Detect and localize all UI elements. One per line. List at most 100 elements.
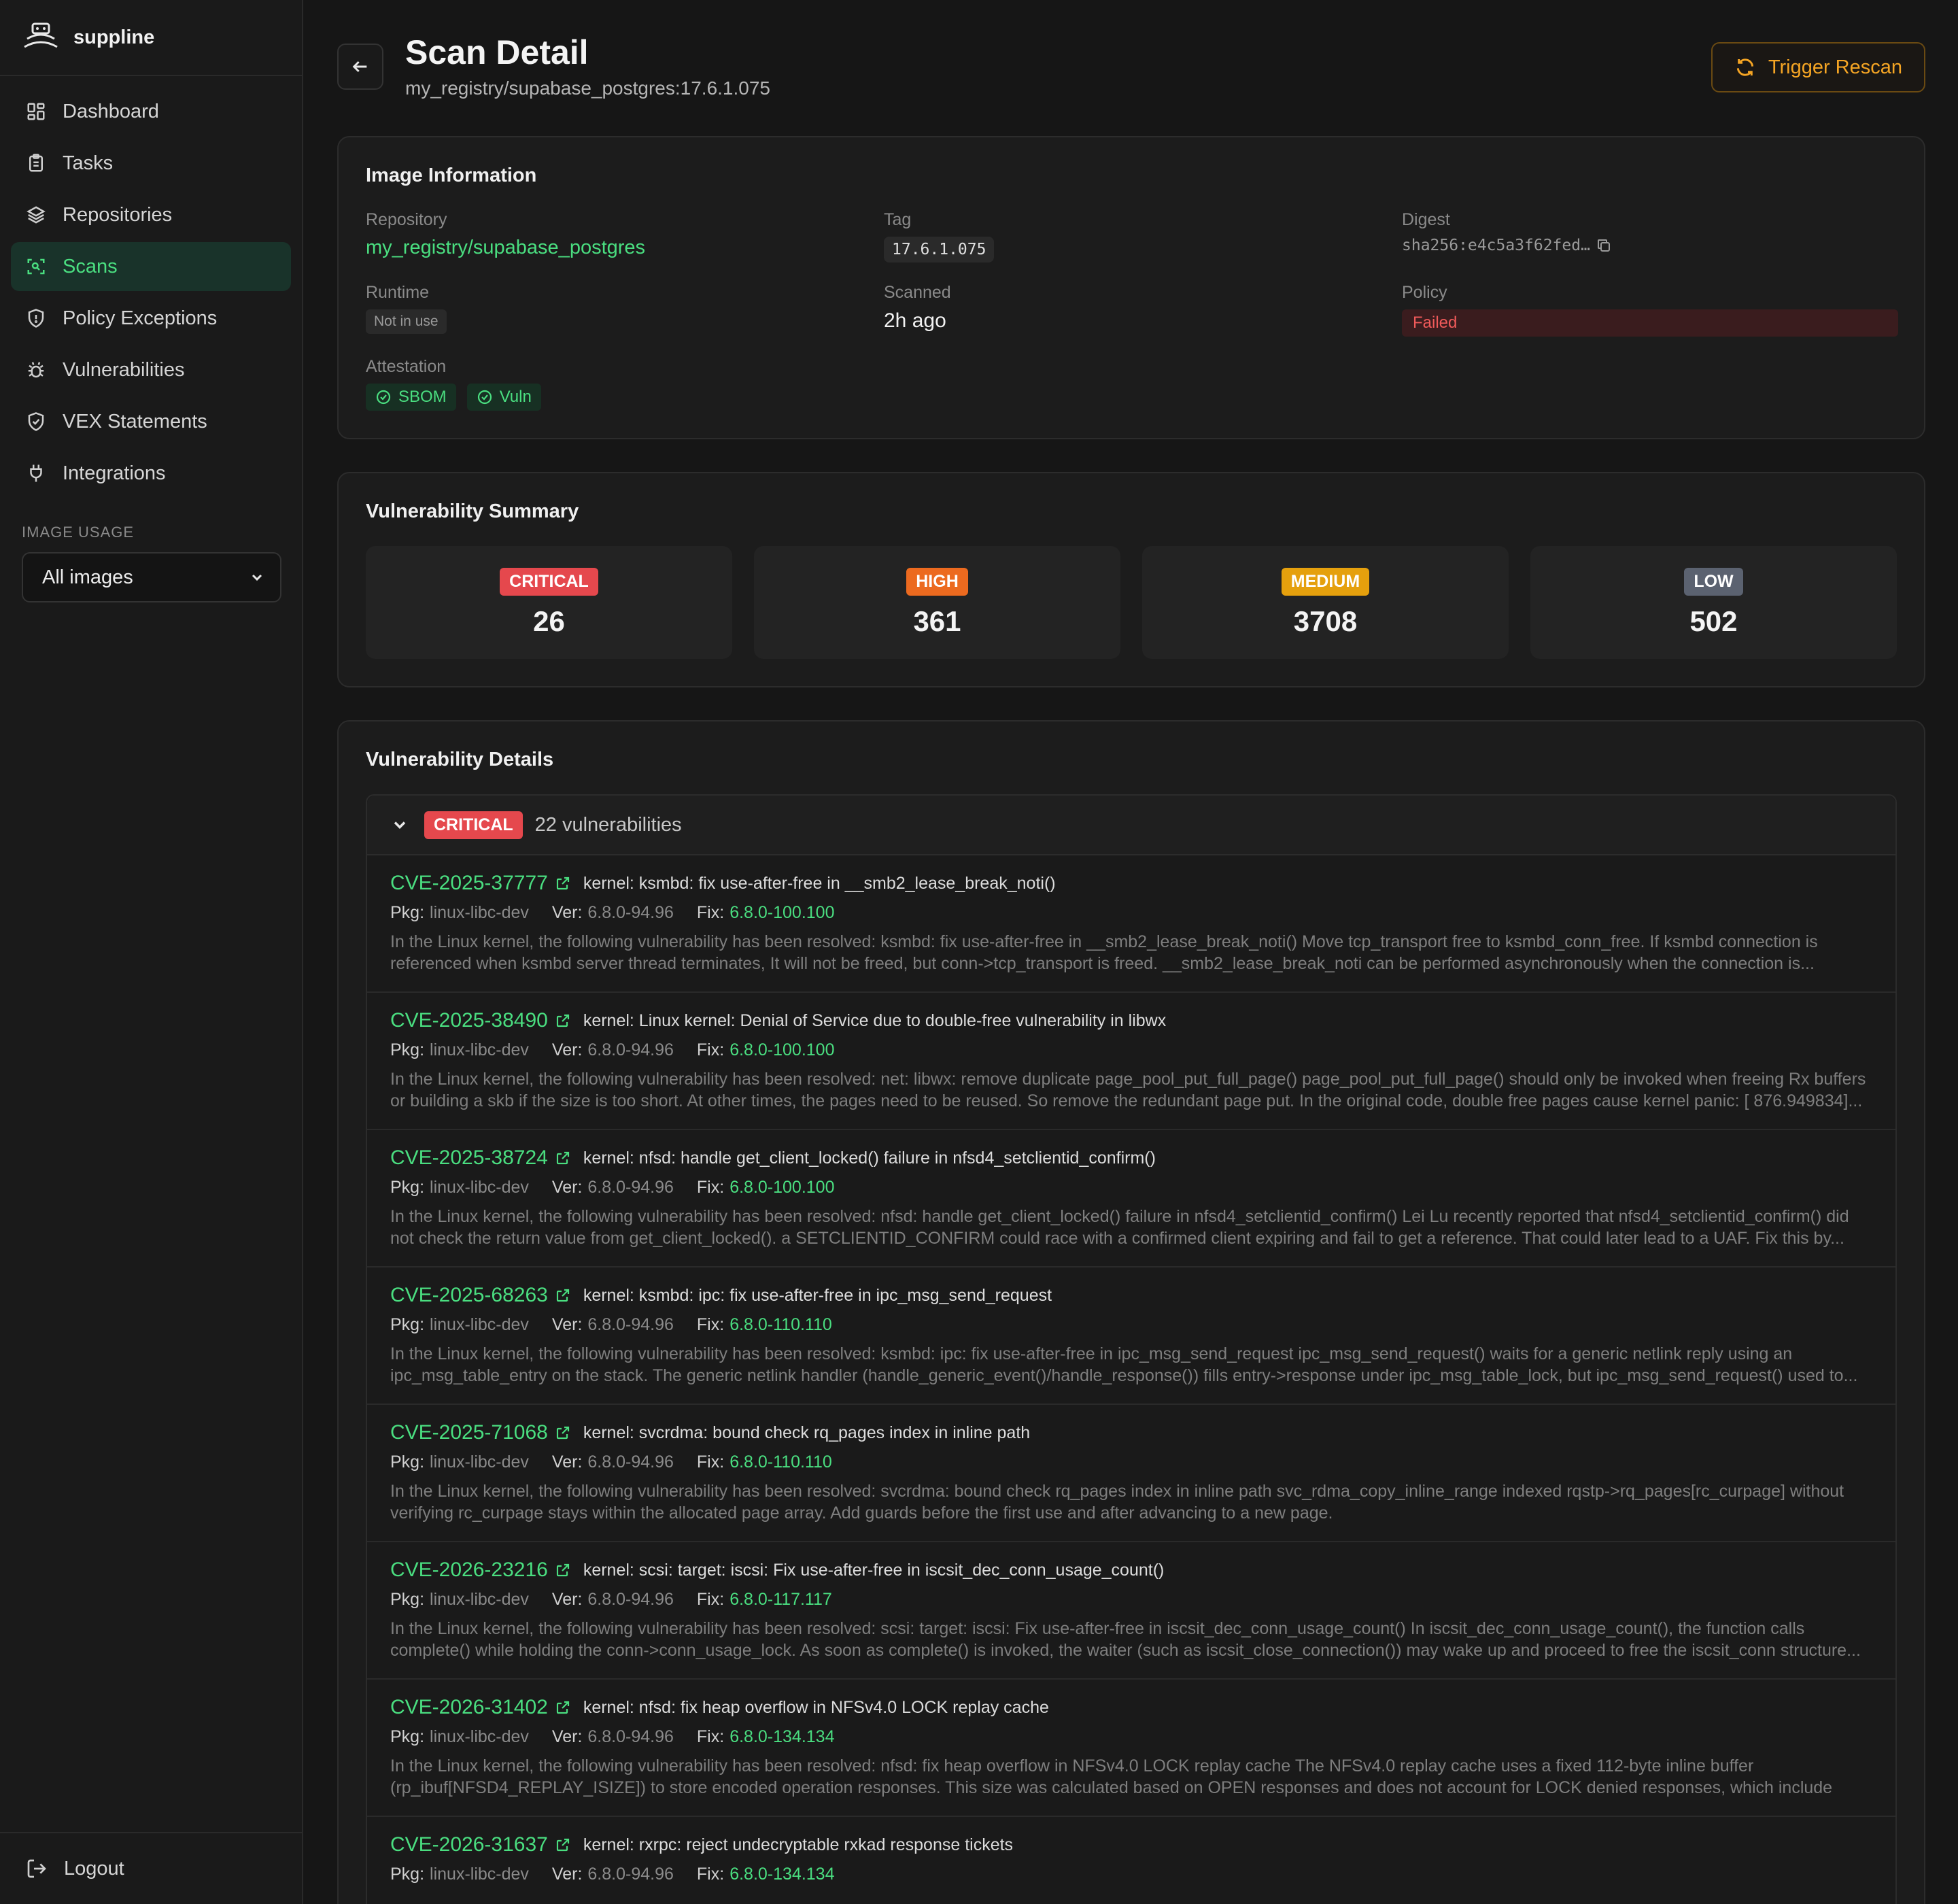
fix-label: Fix:	[696, 1315, 725, 1334]
sidebar-item-scans[interactable]: Scans	[11, 242, 291, 291]
sidebar-item-tasks[interactable]: Tasks	[11, 139, 291, 188]
vulnerability-row[interactable]: CVE-2025-37777 kernel: ksmbd: fix use-af…	[367, 855, 1895, 993]
sidebar-item-label: Dashboard	[63, 100, 159, 122]
cve-link[interactable]: CVE-2025-68263	[390, 1284, 548, 1307]
vulnerability-row[interactable]: CVE-2025-38490 kernel: Linux kernel: Den…	[367, 993, 1895, 1130]
critical-group-header[interactable]: CRITICAL 22 vulnerabilities	[367, 796, 1895, 855]
vulnerability-title: kernel: Linux kernel: Denial of Service …	[583, 1010, 1167, 1030]
pkg-value: linux-libc-dev	[430, 1865, 529, 1884]
sidebar-item-vex-statements[interactable]: VEX Statements	[11, 397, 291, 446]
cve-link[interactable]: CVE-2025-71068	[390, 1421, 548, 1444]
external-link-icon[interactable]	[555, 1013, 571, 1029]
sidebar-item-integrations[interactable]: Integrations	[11, 449, 291, 498]
sidebar-item-vulnerabilities[interactable]: Vulnerabilities	[11, 345, 291, 394]
ver-value: 6.8.0-94.96	[587, 1040, 674, 1059]
vulnerability-description: In the Linux kernel, the following vulne…	[390, 1344, 1858, 1385]
pkg-value: linux-libc-dev	[430, 1590, 529, 1609]
group-count: 22 vulnerabilities	[534, 813, 682, 836]
image-usage-select[interactable]: All images	[22, 552, 281, 602]
logout-button[interactable]: Logout	[0, 1832, 302, 1904]
pkg-label: Pkg:	[390, 1865, 425, 1884]
vulnerability-row[interactable]: CVE-2025-68263 kernel: ksmbd: ipc: fix u…	[367, 1268, 1895, 1405]
fix-label: Fix:	[696, 1590, 725, 1609]
fix-label: Fix:	[696, 1727, 725, 1746]
external-link-icon[interactable]	[555, 1150, 571, 1166]
copy-icon[interactable]	[1596, 237, 1612, 254]
external-link-icon[interactable]	[555, 1699, 571, 1716]
vulnerability-row[interactable]: CVE-2026-31637 kernel: rxrpc: reject und…	[367, 1817, 1895, 1904]
pkg-label: Pkg:	[390, 1590, 425, 1609]
ver-label: Ver:	[551, 1178, 583, 1197]
vulnerability-row[interactable]: CVE-2025-38724 kernel: nfsd: handle get_…	[367, 1130, 1895, 1268]
brand[interactable]: suppline	[0, 0, 302, 76]
vulnerability-title: kernel: rxrpc: reject undecryptable rxka…	[583, 1835, 1014, 1854]
digest-label: Digest	[1402, 210, 1450, 229]
medium-count: 3708	[1293, 605, 1358, 637]
fix-label: Fix:	[696, 903, 725, 922]
dashboard-icon	[27, 103, 45, 120]
critical-count: 26	[533, 605, 565, 637]
vulnerability-row[interactable]: CVE-2026-31402 kernel: nfsd: fix heap ov…	[367, 1680, 1895, 1817]
external-link-icon[interactable]	[555, 1837, 571, 1853]
external-link-icon[interactable]	[555, 1562, 571, 1578]
summary-high[interactable]: HIGH 361	[754, 546, 1120, 659]
bug-icon	[28, 362, 44, 378]
ver-label: Ver:	[551, 1865, 583, 1884]
repository-link[interactable]: my_registry/supabase_postgres	[366, 237, 884, 259]
fix-value: 6.8.0-134.134	[729, 1727, 835, 1746]
external-link-icon[interactable]	[555, 1425, 571, 1441]
runtime-badge: Not in use	[366, 309, 447, 334]
cve-link[interactable]: CVE-2025-38724	[390, 1146, 548, 1170]
logo-icon	[24, 22, 58, 48]
fix-value: 6.8.0-110.110	[729, 1315, 832, 1334]
attestation-field: Attestation SBOM Vuln	[366, 357, 884, 411]
cve-link[interactable]: CVE-2026-31637	[390, 1833, 548, 1856]
vulnerability-list: CVE-2025-37777 kernel: ksmbd: fix use-af…	[367, 855, 1895, 1904]
attestation-sbom-badge: SBOM	[366, 384, 456, 411]
vulnerability-description: In the Linux kernel, the following vulne…	[390, 932, 1818, 973]
vulnerability-row[interactable]: CVE-2026-23216 kernel: scsi: target: isc…	[367, 1542, 1895, 1680]
fix-label: Fix:	[696, 1865, 725, 1884]
summary-critical[interactable]: CRITICAL 26	[366, 546, 732, 659]
tag-value: 17.6.1.075	[884, 237, 995, 262]
cve-link[interactable]: CVE-2026-23216	[390, 1559, 548, 1582]
pkg-value: linux-libc-dev	[430, 1315, 529, 1334]
summary-medium[interactable]: MEDIUM 3708	[1142, 546, 1509, 659]
vulnerability-description: In the Linux kernel, the following vulne…	[390, 1482, 1844, 1523]
vulnerability-title: kernel: nfsd: handle get_client_locked()…	[583, 1148, 1156, 1168]
vulnerability-row[interactable]: CVE-2025-71068 kernel: svcrdma: bound ch…	[367, 1405, 1895, 1542]
trigger-rescan-button[interactable]: Trigger Rescan	[1711, 42, 1925, 92]
chevron-down-icon	[394, 821, 406, 829]
sidebar-item-dashboard[interactable]: Dashboard	[11, 87, 291, 136]
refresh-icon	[1736, 58, 1753, 76]
cve-link[interactable]: CVE-2025-37777	[390, 872, 548, 895]
external-link-icon[interactable]	[555, 1287, 571, 1304]
plug-icon	[30, 464, 42, 482]
sidebar-item-repositories[interactable]: Repositories	[11, 190, 291, 239]
app-name: suppline	[73, 26, 155, 48]
fix-value: 6.8.0-100.100	[729, 1040, 835, 1059]
sidebar-item-label: Repositories	[63, 203, 173, 226]
fix-label: Fix:	[696, 1040, 725, 1059]
cve-link[interactable]: CVE-2025-38490	[390, 1009, 548, 1032]
vulnerability-title: kernel: scsi: target: iscsi: Fix use-aft…	[583, 1560, 1165, 1580]
low-count: 502	[1689, 605, 1738, 637]
scanned-value: 2h ago	[884, 309, 946, 332]
runtime-label: Runtime	[366, 283, 430, 302]
check-circle-icon	[376, 390, 391, 405]
policy-status-badge: Failed	[1402, 309, 1898, 337]
external-link-icon[interactable]	[555, 875, 571, 891]
shield-alert-icon	[28, 309, 44, 328]
sidebar-item-label: Vulnerabilities	[63, 358, 185, 381]
sidebar-item-policy-exceptions[interactable]: Policy Exceptions	[11, 294, 291, 343]
ver-label: Ver:	[551, 1040, 583, 1059]
low-badge: LOW	[1684, 567, 1743, 596]
pkg-value: linux-libc-dev	[430, 1040, 529, 1059]
cve-link[interactable]: CVE-2026-31402	[390, 1696, 548, 1719]
digest-field: Digest sha256:e4c5a3f62fed…	[1402, 210, 1898, 262]
back-button[interactable]	[337, 44, 383, 90]
arrow-left-icon	[352, 61, 367, 73]
summary-low[interactable]: LOW 502	[1530, 546, 1897, 659]
fix-label: Fix:	[696, 1178, 725, 1197]
sidebar: suppline Dashboard Tasks Repositories Sc…	[0, 0, 303, 1904]
